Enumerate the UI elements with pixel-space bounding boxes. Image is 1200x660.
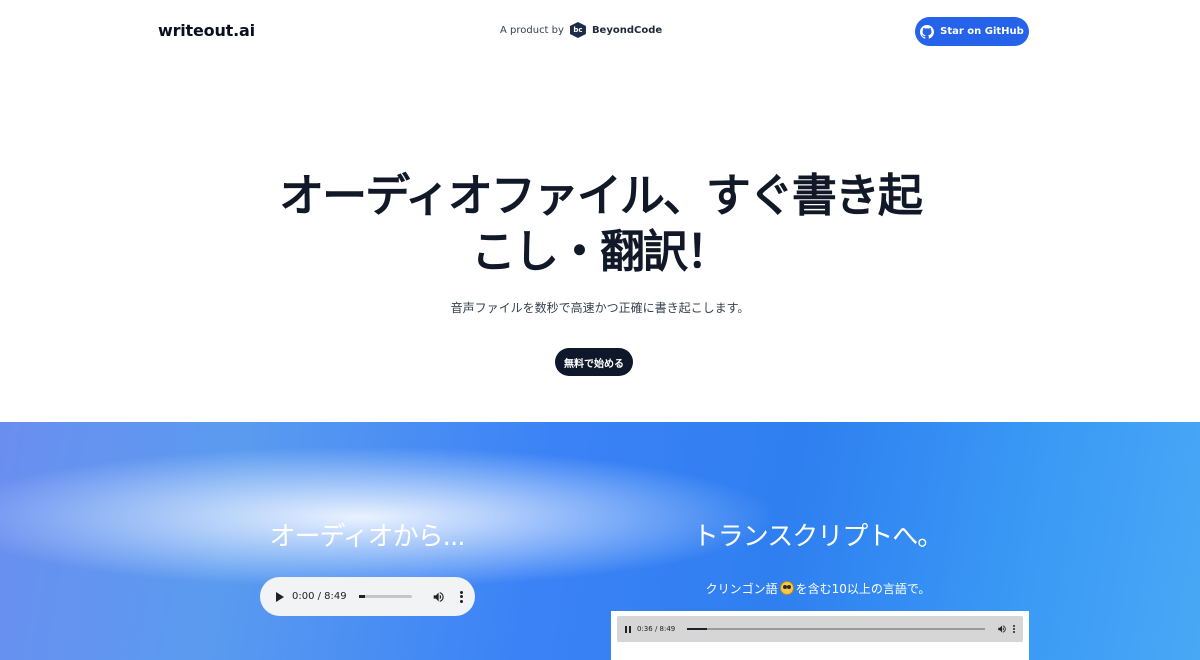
audio-seek-bar[interactable] [358, 595, 412, 598]
languages-caption: クリンゴン語 を含む10以上の言語で。 [640, 580, 996, 597]
play-icon[interactable] [276, 591, 284, 602]
hero-title: オーディオファイル、すぐ書き起こし・翻訳！ [279, 169, 923, 278]
volume-icon[interactable] [432, 590, 445, 604]
github-icon [920, 24, 935, 39]
product-by-name: BeyondCode [591, 24, 663, 36]
audio-time: 0:00 / 8:49 [292, 591, 347, 602]
transcript-audio-time: 0:36 / 8:49 [637, 625, 676, 633]
demo-section: オーディオから... 0:00 / 8:49 トランスクリプトへ。 クリンゴン語… [0, 422, 1200, 660]
languages-caption-prefix: クリンゴン語 [705, 582, 778, 596]
more-vert-icon[interactable] [459, 590, 463, 603]
transcript-card: 0:36 / 8:49 [611, 611, 1029, 660]
more-vert-icon[interactable] [1013, 625, 1015, 633]
transcript-column-title: トランスクリプトへ。 [692, 522, 943, 552]
audio-column-title: オーディオから... [269, 522, 466, 552]
product-by[interactable]: A product by bc BeyondCode [500, 22, 662, 38]
transcript-seek-bar[interactable] [687, 628, 985, 630]
grinning-face-emoji-icon [779, 581, 794, 595]
site-header: writeout.ai A product by bc BeyondCode S… [0, 0, 1200, 64]
beyondcode-logo-icon: bc [569, 22, 586, 38]
languages-caption-suffix: を含む10以上の言語で。 [795, 582, 931, 596]
product-by-label: A product by [500, 24, 564, 36]
github-button-label: Star on GitHub [940, 26, 1024, 37]
transcript-seek-fill [687, 628, 708, 630]
audio-player[interactable]: 0:00 / 8:49 [260, 577, 475, 616]
star-on-github-button[interactable]: Star on GitHub [915, 17, 1029, 46]
get-started-free-button[interactable]: 無料で始める [555, 348, 633, 376]
volume-icon[interactable] [997, 624, 1007, 634]
hero-subtitle: 音声ファイルを数秒で高速かつ正確に書き起こします。 [450, 301, 750, 315]
audio-seek-knob[interactable] [358, 595, 365, 598]
transcript-audio-player[interactable]: 0:36 / 8:49 [617, 616, 1023, 642]
pause-icon[interactable] [625, 625, 631, 633]
site-logo[interactable]: writeout.ai [158, 21, 255, 40]
